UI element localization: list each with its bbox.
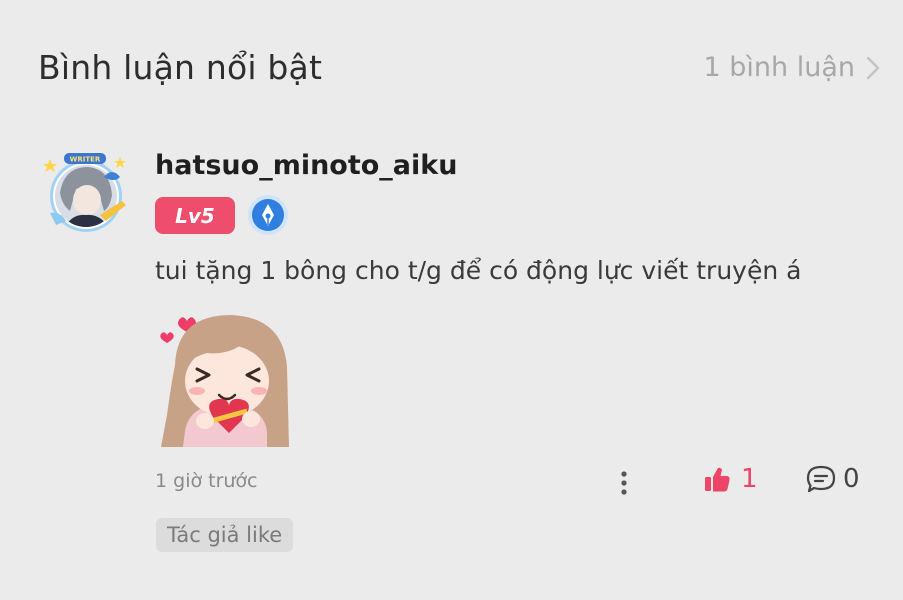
level-label: Lv5 bbox=[175, 203, 215, 228]
like-count: 1 bbox=[741, 464, 758, 494]
reply-button[interactable]: 0 bbox=[805, 464, 860, 494]
chevron-right-icon bbox=[866, 56, 880, 79]
comment-count-link[interactable]: 1 bình luận bbox=[704, 52, 881, 83]
writer-pen-badge-icon bbox=[248, 195, 288, 235]
like-button[interactable]: 1 bbox=[703, 464, 758, 494]
comment-timestamp: 1 giờ trước bbox=[155, 470, 258, 492]
thumbs-up-icon bbox=[705, 467, 730, 492]
level-badge: Lv5 bbox=[155, 197, 235, 234]
reply-count: 0 bbox=[843, 464, 860, 494]
page-title: Bình luận nổi bật bbox=[38, 48, 323, 87]
comment-count-label: 1 bình luận bbox=[703, 52, 855, 83]
sticker-image bbox=[160, 315, 289, 447]
author-liked-tag: Tác giả like bbox=[156, 518, 294, 552]
username[interactable]: hatsuo_minoto_aiku bbox=[155, 150, 457, 181]
avatar[interactable]: WRITER bbox=[40, 153, 132, 235]
avatar-frame-label: WRITER bbox=[70, 156, 101, 164]
more-options-icon[interactable] bbox=[612, 468, 636, 498]
comment-text: tui tặng 1 bông cho t/g để có động lực v… bbox=[155, 256, 802, 285]
speech-bubble-icon bbox=[806, 465, 836, 493]
